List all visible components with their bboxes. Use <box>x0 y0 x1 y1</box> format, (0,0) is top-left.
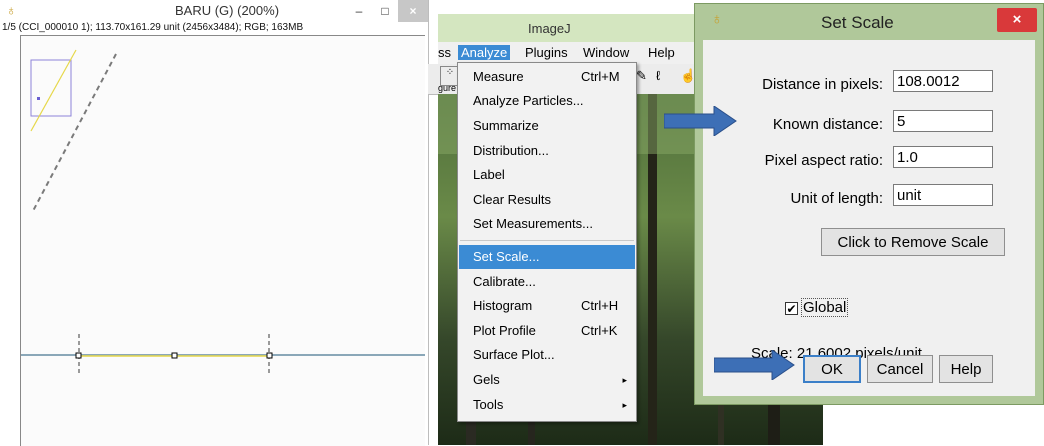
menu-item-shortcut: Ctrl+K <box>581 323 618 338</box>
imagej-title: ImageJ <box>528 21 571 36</box>
menu-item-label: Measure <box>473 69 524 84</box>
menu-separator <box>460 240 634 241</box>
aspect-ratio-label: Pixel aspect ratio: <box>764 152 883 169</box>
unit-label: Unit of length: <box>790 190 883 207</box>
menu-item-summarize[interactable]: Summarize <box>459 114 635 138</box>
menu-item-shortcut: Ctrl+M <box>581 69 620 84</box>
minimize-icon[interactable]: – <box>346 0 372 22</box>
unit-input[interactable] <box>893 184 993 206</box>
help-button[interactable]: Help <box>939 355 993 383</box>
distance-pixels-input[interactable] <box>893 70 993 92</box>
menu-item-measure[interactable]: Measure Ctrl+M <box>459 65 635 89</box>
menu-item-label-tool[interactable]: Label <box>459 163 635 187</box>
close-icon[interactable]: × <box>398 0 428 22</box>
handle-middle <box>171 352 178 359</box>
close-icon[interactable]: × <box>997 8 1037 32</box>
menu-analyze[interactable]: Analyze <box>458 45 511 60</box>
annotation-arrow <box>664 106 737 136</box>
brush-icon[interactable]: ℓ <box>656 68 660 83</box>
menu-item-label: Calibrate... <box>473 274 536 289</box>
analyze-menu-dropdown: Measure Ctrl+M Analyze Particles... Summa… <box>457 62 637 422</box>
menu-item-label: Clear Results <box>473 192 552 207</box>
imagej-icon: ♁ <box>6 2 17 18</box>
dialog-title: Set Scale <box>821 13 894 32</box>
menu-item-plot-profile[interactable]: Plot Profile Ctrl+K <box>459 319 635 343</box>
global-label[interactable]: Global <box>801 298 849 317</box>
menu-item-label: Surface Plot... <box>473 347 555 362</box>
menu-item-label: Plot Profile <box>473 323 536 338</box>
dialog-body: Distance in pixels: Known distance: Pixe… <box>703 40 1035 396</box>
menu-item-label: Distribution... <box>473 143 549 158</box>
menu-item-label: Histogram <box>473 298 533 313</box>
maximize-icon[interactable]: □ <box>372 0 398 22</box>
remove-scale-button[interactable]: Click to Remove Scale <box>821 228 1005 256</box>
distance-pixels-label: Distance in pixels: <box>762 76 883 93</box>
image-window-titlebar[interactable]: ♁ BARU (G) (200%) – □ × <box>0 0 428 22</box>
set-scale-dialog: ♁ Set Scale × Distance in pixels: Known … <box>694 3 1044 405</box>
menu-item-label: Label <box>473 167 505 182</box>
image-window: ♁ BARU (G) (200%) – □ × 1/5 (CCI_000010 … <box>0 0 429 446</box>
menu-item-clear-results[interactable]: Clear Results <box>459 188 635 212</box>
navigator-dot <box>37 97 40 100</box>
menu-item-label: Tools <box>473 397 504 412</box>
diagonal-yellow-line <box>30 49 77 132</box>
menu-item-shortcut: Ctrl+H <box>581 298 619 313</box>
menu-item-set-scale[interactable]: Set Scale... <box>459 245 635 269</box>
submenu-arrow-icon: ▸ <box>622 375 627 385</box>
image-window-title: BARU (G) (200%) <box>175 3 280 18</box>
menu-item-label: Set Scale... <box>473 249 540 264</box>
imagej-titlebar[interactable]: ImageJ <box>438 14 718 42</box>
cancel-button[interactable]: Cancel <box>867 355 933 383</box>
toolbar-label: gure <box>438 83 457 93</box>
menu-item-label: Summarize <box>473 118 539 133</box>
handle-left <box>75 352 82 359</box>
menu-item-set-measurements[interactable]: Set Measurements... <box>459 212 635 236</box>
menu-item-analyze-particles[interactable]: Analyze Particles... <box>459 89 635 113</box>
submenu-arrow-icon: ▸ <box>622 400 627 410</box>
menu-item-distribution[interactable]: Distribution... <box>459 139 635 163</box>
image-info-bar: 1/5 (CCI_000010 1); 113.70x161.29 unit (… <box>2 22 304 33</box>
menu-process[interactable]: ss <box>438 45 451 60</box>
menu-item-label: Set Measurements... <box>473 216 593 231</box>
aspect-ratio-input[interactable] <box>893 146 993 168</box>
image-canvas[interactable] <box>20 35 425 446</box>
diagonal-ruler <box>32 53 117 212</box>
menu-item-calibrate[interactable]: Calibrate... <box>459 270 635 294</box>
menu-item-gels[interactable]: Gels ▸ <box>459 368 635 392</box>
imagej-icon: ♁ <box>711 11 723 28</box>
menu-item-label: Analyze Particles... <box>473 93 584 108</box>
checkbox-icon[interactable]: ✔ <box>785 302 798 315</box>
annotation-arrow <box>714 350 795 380</box>
menu-window[interactable]: Window <box>583 45 629 60</box>
menu-item-surface-plot[interactable]: Surface Plot... <box>459 343 635 367</box>
handle-right <box>266 352 273 359</box>
menu-plugins[interactable]: Plugins <box>525 45 568 60</box>
menu-item-tools[interactable]: Tools ▸ <box>459 393 635 417</box>
navigator-box <box>30 59 72 117</box>
known-distance-input[interactable] <box>893 110 993 132</box>
menu-item-histogram[interactable]: Histogram Ctrl+H <box>459 294 635 318</box>
ok-button[interactable]: OK <box>803 355 861 383</box>
menu-help[interactable]: Help <box>648 45 675 60</box>
canvas-drawing <box>21 49 425 374</box>
menu-item-label: Gels <box>473 372 500 387</box>
dialog-titlebar[interactable]: ♁ Set Scale × <box>695 4 1043 40</box>
imagej-menubar: ss Analyze Plugins Window Help <box>438 42 718 64</box>
pencil-icon[interactable]: ✎ <box>636 68 647 84</box>
